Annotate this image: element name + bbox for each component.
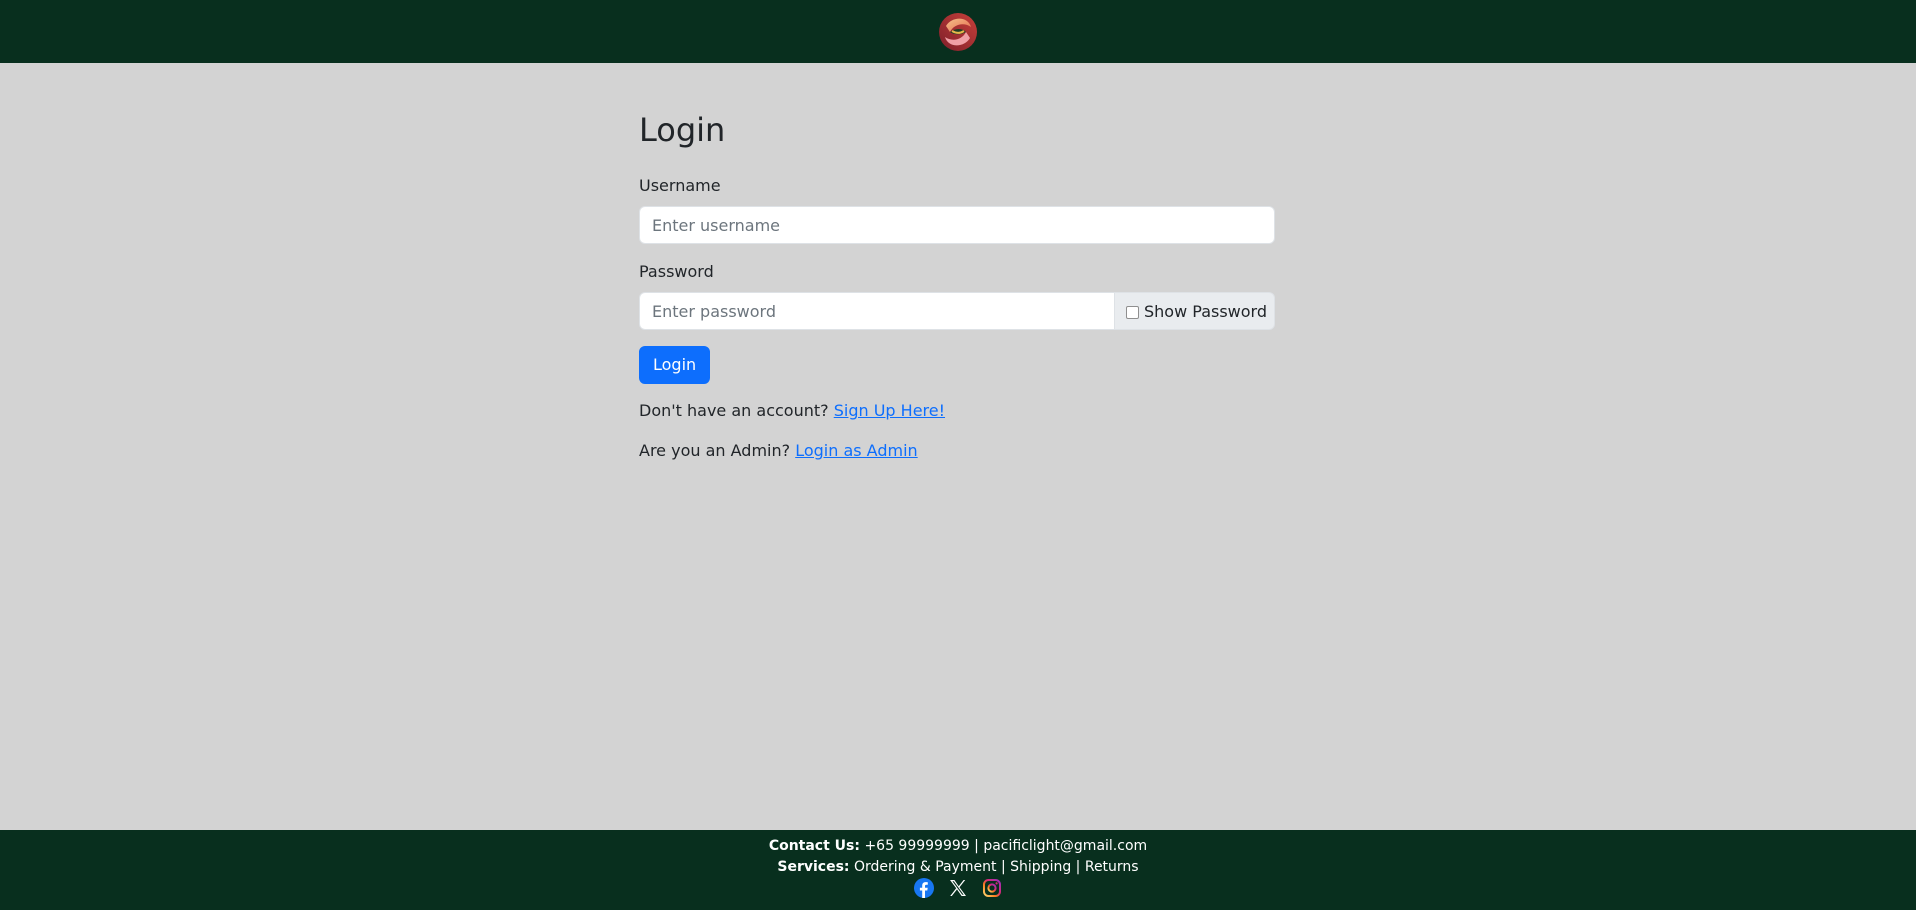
footer-separator: | xyxy=(974,838,979,854)
admin-prompt: Are you an Admin? Login as Admin xyxy=(639,439,918,463)
service-shipping[interactable]: Shipping xyxy=(1010,859,1071,875)
footer-services: Services: Ordering & Payment | Shipping … xyxy=(0,857,1916,877)
login-button[interactable]: Login xyxy=(639,346,711,384)
social-links xyxy=(0,878,1916,898)
facebook-icon[interactable] xyxy=(914,878,934,898)
show-password-label: Show Password xyxy=(1144,301,1267,321)
password-label: Password xyxy=(639,262,714,281)
pacific-light-logo-icon[interactable] xyxy=(938,12,978,52)
admin-prompt-text: Are you an Admin? xyxy=(639,441,791,460)
contact-email: pacificlight@gmail.com xyxy=(983,838,1148,854)
signup-link[interactable]: Sign Up Here! xyxy=(834,401,945,420)
page: Login Username Password Show Password Lo… xyxy=(0,0,1916,910)
signup-prompt: Don't have an account? Sign Up Here! xyxy=(639,399,945,423)
instagram-icon[interactable] xyxy=(982,878,1002,898)
footer-separator: | xyxy=(1075,859,1081,875)
x-icon[interactable] xyxy=(948,878,968,898)
show-password-checkbox[interactable] xyxy=(1126,305,1139,319)
site-footer: Contact Us: +65 99999999 | pacificlight@… xyxy=(0,830,1916,910)
page-title: Login xyxy=(639,111,726,149)
footer-separator: | xyxy=(1000,859,1006,875)
username-label: Username xyxy=(639,176,721,195)
service-returns[interactable]: Returns xyxy=(1085,859,1139,875)
password-input[interactable] xyxy=(639,292,1115,330)
admin-login-link[interactable]: Login as Admin xyxy=(795,441,917,460)
username-input[interactable] xyxy=(639,206,1275,244)
signup-prompt-text: Don't have an account? xyxy=(639,401,829,420)
site-header xyxy=(0,0,1916,63)
contact-label: Contact Us: xyxy=(768,838,860,854)
service-ordering[interactable]: Ordering & Payment xyxy=(854,859,997,875)
show-password-toggle[interactable]: Show Password xyxy=(1114,292,1275,330)
contact-phone: +65 99999999 xyxy=(864,838,970,854)
footer-contact: Contact Us: +65 99999999 | pacificlight@… xyxy=(0,836,1916,856)
services-label: Services: xyxy=(777,859,850,875)
